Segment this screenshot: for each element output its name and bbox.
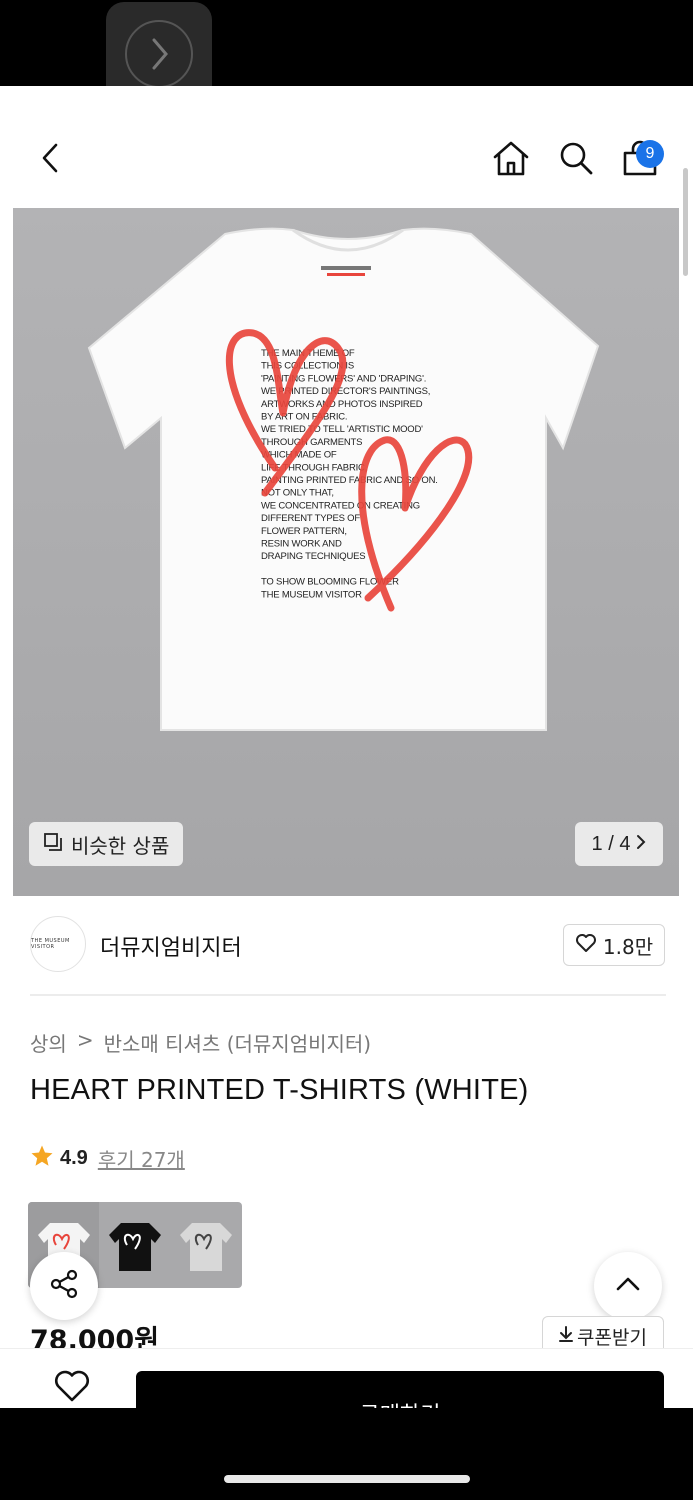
breadcrumb: 상의 > 반소매 티셔츠 (더뮤지엄비지터) — [30, 1028, 371, 1057]
thumbnail-black[interactable] — [99, 1202, 170, 1288]
cart-count-badge: 9 — [636, 140, 664, 168]
chevron-right-icon — [125, 20, 193, 88]
share-button[interactable] — [30, 1252, 98, 1320]
home-indicator-area — [0, 1408, 693, 1500]
product-image-gallery[interactable]: THE MAIN THEME OF THIS COLLECTION IS 'PAIN… — [13, 208, 679, 896]
breadcrumb-category[interactable]: 상의 — [30, 1028, 67, 1057]
bottom-action-bar: 852 구매하기 — [0, 1348, 693, 1408]
brand-logo[interactable]: THE MUSEUM VISITOR — [30, 916, 86, 972]
product-title: HEART PRINTED T-SHIRTS (WHITE) — [30, 1074, 529, 1106]
status-bar — [0, 0, 693, 86]
page-counter-label: 1 / 4 — [591, 832, 631, 855]
brand-name[interactable]: 더뮤지엄비지터 — [100, 930, 242, 962]
app-screen: 9 THE MAIN THEME OF THIS COLLECTION IS 'PA… — [0, 86, 693, 1408]
rating-score: 4.9 — [60, 1147, 88, 1169]
image-page-counter[interactable]: 1 / 4 — [575, 822, 663, 866]
brand-row[interactable]: THE MUSEUM VISITOR 더뮤지엄비지터 1.8만 — [30, 916, 666, 976]
divider — [30, 994, 666, 996]
brand-logo-text: THE MUSEUM VISITOR — [31, 938, 70, 950]
thumbnail-grey[interactable] — [170, 1202, 241, 1288]
shirt-print-line: DRAPING TECHNIQUES — [261, 551, 365, 562]
home-indicator[interactable] — [224, 1475, 470, 1483]
star-icon — [30, 1144, 54, 1173]
buy-button[interactable]: 구매하기 — [136, 1371, 664, 1408]
rating-row: 4.9 후기 27개 — [30, 1144, 185, 1173]
similar-products-button[interactable]: 비슷한 상품 — [29, 822, 184, 866]
shirt-print-line: FLOWER PATTERN, — [261, 526, 347, 537]
wishlist-button[interactable]: 852 — [36, 1369, 108, 1408]
download-icon — [559, 1325, 574, 1347]
breadcrumb-subcategory[interactable]: 반소매 티셔츠 (더뮤지엄비지터) — [104, 1028, 372, 1057]
similar-icon — [43, 832, 63, 857]
similar-label: 비슷한 상품 — [71, 833, 170, 858]
coupon-label: 쿠폰받기 — [577, 1326, 647, 1349]
shirt-print-line: DIFFERENT TYPES OF — [261, 513, 360, 524]
chevron-up-icon — [615, 1276, 641, 1296]
chevron-right-icon — [636, 833, 646, 856]
scroll-to-top-button[interactable] — [594, 1252, 662, 1320]
shirt-print-line: WE CONCENTRATED ON CREATING — [261, 500, 420, 511]
heart-outline-icon — [575, 933, 597, 958]
share-icon — [48, 1268, 80, 1304]
brand-like-button[interactable]: 1.8만 — [563, 924, 665, 966]
tshirt-image: THE MAIN THEME OFTHIS COLLECTION IS'PAIN… — [13, 208, 679, 896]
shirt-print-line: THROUGH GARMENTS — [261, 437, 362, 448]
shirt-print-line: THE MUSEUM VISITOR — [261, 589, 362, 600]
shirt-print-line: WE TRIED TO TELL 'ARTISTIC MOOD' — [261, 424, 423, 435]
shirt-print-line: BY ART ON FABRIC. — [261, 412, 347, 423]
shirt-print-line: RESIN WORK AND — [261, 539, 342, 550]
scroll-indicator[interactable] — [683, 168, 688, 276]
top-navigation: 9 — [0, 86, 693, 208]
back-arrow-icon[interactable] — [30, 138, 70, 178]
breadcrumb-separator: > — [76, 1028, 94, 1052]
brand-like-count: 1.8만 — [602, 934, 654, 959]
heart-outline-icon — [53, 1370, 91, 1407]
search-icon[interactable] — [556, 138, 596, 178]
home-icon[interactable] — [491, 138, 531, 178]
reviews-link[interactable]: 후기 27개 — [98, 1144, 185, 1173]
